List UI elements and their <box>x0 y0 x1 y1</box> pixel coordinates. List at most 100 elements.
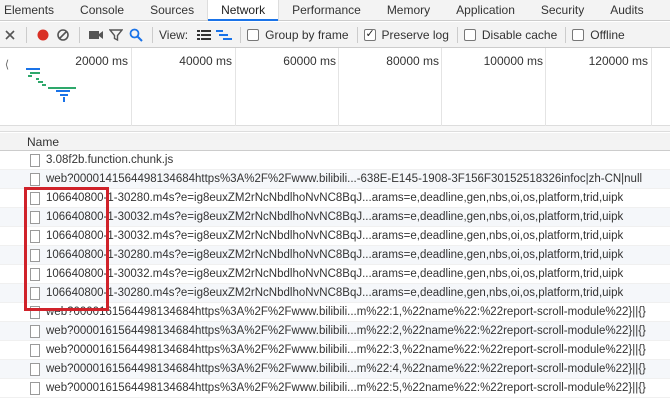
file-icon <box>30 249 40 262</box>
tick-label: 40000 ms <box>179 54 232 68</box>
overview-bar <box>63 97 65 102</box>
request-row[interactable]: 106640800-1-30032.m4s?e=ig8euxZM2rNcNbdl… <box>0 227 670 246</box>
group-by-frame-checkbox[interactable]: Group by frame <box>247 27 349 42</box>
checkbox-box[interactable] <box>572 28 585 41</box>
file-icon <box>30 344 40 357</box>
requests-list[interactable]: 3.08f2b.function.chunk.js web?0000141564… <box>0 151 670 403</box>
request-name: 106640800-1-30280.m4s?e=ig8euxZM2rNcNbdl… <box>46 287 624 299</box>
gridline <box>131 48 132 126</box>
request-row[interactable]: 106640800-1-30280.m4s?e=ig8euxZM2rNcNbdl… <box>0 246 670 265</box>
request-row[interactable]: web?0000161564498134684https%3A%2F%2Fwww… <box>0 341 670 360</box>
toolbar-divider <box>565 26 567 43</box>
request-row[interactable]: web?0000141564498134684https%3A%2F%2Fwww… <box>0 170 670 189</box>
file-icon <box>30 287 40 300</box>
request-name: 106640800-1-30032.m4s?e=ig8euxZM2rNcNbdl… <box>46 211 624 223</box>
overview-bar <box>48 87 76 89</box>
request-row[interactable]: 106640800-1-30032.m4s?e=ig8euxZM2rNcNbdl… <box>0 265 670 284</box>
gridline <box>651 48 652 126</box>
record-icon[interactable] <box>33 25 53 45</box>
network-overview[interactable]: ⟨ 20000 ms 40000 ms 60000 ms 80000 ms 10… <box>0 48 670 126</box>
overview-handle-icon[interactable]: ⟨ <box>2 54 12 74</box>
waterfall-icon[interactable] <box>214 25 234 45</box>
close-icon[interactable] <box>0 25 20 45</box>
request-name: 106640800-1-30280.m4s?e=ig8euxZM2rNcNbdl… <box>46 249 624 261</box>
disable-cache-label: Disable cache <box>481 27 558 42</box>
large-rows-icon[interactable] <box>194 25 214 45</box>
group-by-frame-label: Group by frame <box>265 27 349 42</box>
disable-cache-checkbox[interactable]: Disable cache <box>463 27 558 42</box>
tab-console[interactable]: Console <box>67 0 137 20</box>
request-row[interactable]: 106640800-1-30032.m4s?e=ig8euxZM2rNcNbdl… <box>0 208 670 227</box>
tab-memory[interactable]: Memory <box>374 0 443 20</box>
request-row[interactable]: 3.08f2b.function.chunk.js <box>0 151 670 170</box>
tab-network[interactable]: Network <box>207 0 280 21</box>
tab-security[interactable]: Security <box>528 0 597 20</box>
request-row[interactable]: 106640800-1-30280.m4s?e=ig8euxZM2rNcNbdl… <box>0 189 670 208</box>
preserve-log-checkbox[interactable]: Preserve log <box>363 27 449 42</box>
file-icon <box>30 306 40 319</box>
file-icon <box>30 268 40 281</box>
overview-divider <box>0 126 670 132</box>
tick-label: 60000 ms <box>283 54 336 68</box>
tick-label: 80000 ms <box>386 54 439 68</box>
request-row[interactable]: web?0000161564498134684https%3A%2F%2Fwww… <box>0 379 670 398</box>
tab-audits[interactable]: Audits <box>597 0 656 20</box>
offline-label: Offline <box>590 27 625 42</box>
toolbar-divider <box>79 26 80 43</box>
overview-bar <box>38 81 43 83</box>
gridline <box>545 48 546 126</box>
file-icon <box>30 230 40 243</box>
file-icon <box>30 382 40 395</box>
tick-label: 20000 ms <box>75 54 128 68</box>
file-icon <box>30 325 40 338</box>
toolbar-divider <box>152 26 153 43</box>
column-header-name[interactable]: Name <box>27 135 59 149</box>
gridline <box>338 48 339 126</box>
view-label: View: <box>159 27 189 42</box>
requests-table-header[interactable]: Name <box>0 133 670 151</box>
overview-bar <box>42 84 46 86</box>
request-name: web?0000161564498134684https%3A%2F%2Fwww… <box>46 325 646 337</box>
file-icon <box>30 173 40 186</box>
file-icon <box>30 154 40 167</box>
overview-bar <box>56 90 70 92</box>
preserve-log-label: Preserve log <box>381 27 449 42</box>
file-icon <box>30 192 40 205</box>
request-name: web?0000161564498134684https%3A%2F%2Fwww… <box>46 363 646 375</box>
checkbox-box[interactable] <box>463 28 476 41</box>
tab-elements[interactable]: Elements <box>0 0 67 20</box>
overview-bar <box>36 78 39 80</box>
video-camera-icon[interactable] <box>86 25 106 45</box>
tab-application[interactable]: Application <box>443 0 528 20</box>
overview-bars <box>26 68 76 102</box>
offline-checkbox[interactable]: Offline <box>572 27 625 42</box>
overview-bar <box>26 68 40 70</box>
gridline <box>235 48 236 126</box>
toolbar-divider <box>26 26 27 43</box>
toolbar-divider <box>356 26 358 43</box>
request-row[interactable]: 106640800-1-30280.m4s?e=ig8euxZM2rNcNbdl… <box>0 284 670 303</box>
overview-bar <box>30 72 40 74</box>
request-row[interactable]: web?0000161564498134684https%3A%2F%2Fwww… <box>0 360 670 379</box>
checkbox-box[interactable] <box>247 28 260 41</box>
gridline <box>441 48 442 126</box>
checkbox-box[interactable] <box>363 27 376 41</box>
tick-label: 120000 ms <box>588 54 648 68</box>
request-row[interactable]: web?0000161564498134684https%3A%2F%2Fwww… <box>0 322 670 341</box>
search-icon[interactable] <box>126 25 146 45</box>
toolbar-divider <box>240 26 242 43</box>
toolbar-divider <box>456 26 458 43</box>
clear-icon[interactable] <box>53 25 73 45</box>
network-toolbar: View: Group by frame Preserve log Disabl… <box>0 22 670 48</box>
request-name: 3.08f2b.function.chunk.js <box>46 154 174 166</box>
file-icon <box>30 211 40 224</box>
request-row[interactable]: web?0000161564498134684https%3A%2F%2Fwww… <box>0 303 670 322</box>
filter-icon[interactable] <box>106 25 126 45</box>
tab-sources[interactable]: Sources <box>137 0 207 20</box>
request-name: 106640800-1-30032.m4s?e=ig8euxZM2rNcNbdl… <box>46 268 624 280</box>
tab-performance[interactable]: Performance <box>279 0 374 20</box>
request-name: web?0000141564498134684https%3A%2F%2Fwww… <box>46 173 643 185</box>
overview-bar <box>60 94 68 96</box>
request-name: web?0000161564498134684https%3A%2F%2Fwww… <box>46 344 646 356</box>
tick-label: 100000 ms <box>483 54 543 68</box>
